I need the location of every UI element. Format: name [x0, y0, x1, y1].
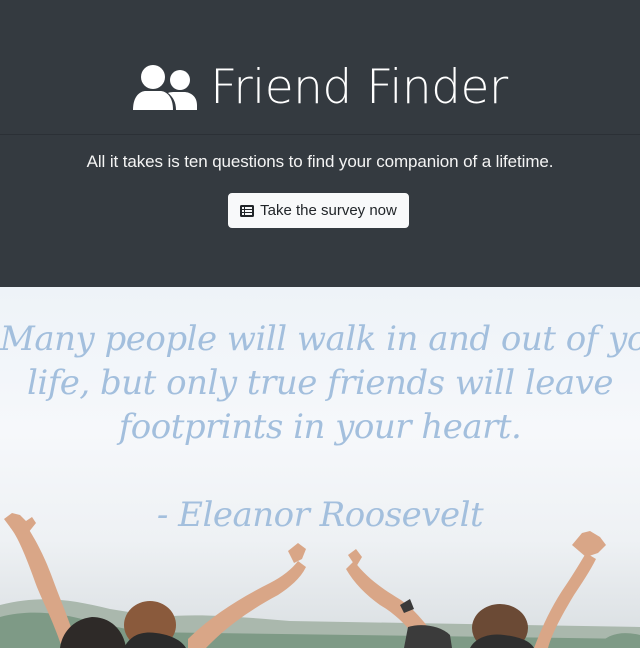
list-icon [240, 204, 255, 217]
brand: Friend Finder [0, 58, 640, 118]
page-title: Friend Finder [210, 60, 508, 115]
quote-line: Many people will walk in and out of your [0, 319, 640, 359]
header-jumbotron: Friend Finder All it takes is ten questi… [0, 0, 640, 287]
hero-image: Many people will walk in and out of your… [0, 287, 640, 648]
tagline: All it takes is ten questions to find yo… [86, 152, 554, 171]
quote-text: Many people will walk in and out of your… [0, 317, 640, 449]
take-survey-button-label: Take the survey now [260, 202, 397, 219]
take-survey-button[interactable]: Take the survey now [228, 193, 409, 228]
quote-line: life, but only true friends will leave [26, 363, 614, 403]
quote-author: - Eleanor Roosevelt [156, 495, 484, 535]
quote-line: footprints in your heart. [118, 407, 522, 447]
user-friends-icon [133, 65, 198, 110]
divider [0, 134, 640, 135]
